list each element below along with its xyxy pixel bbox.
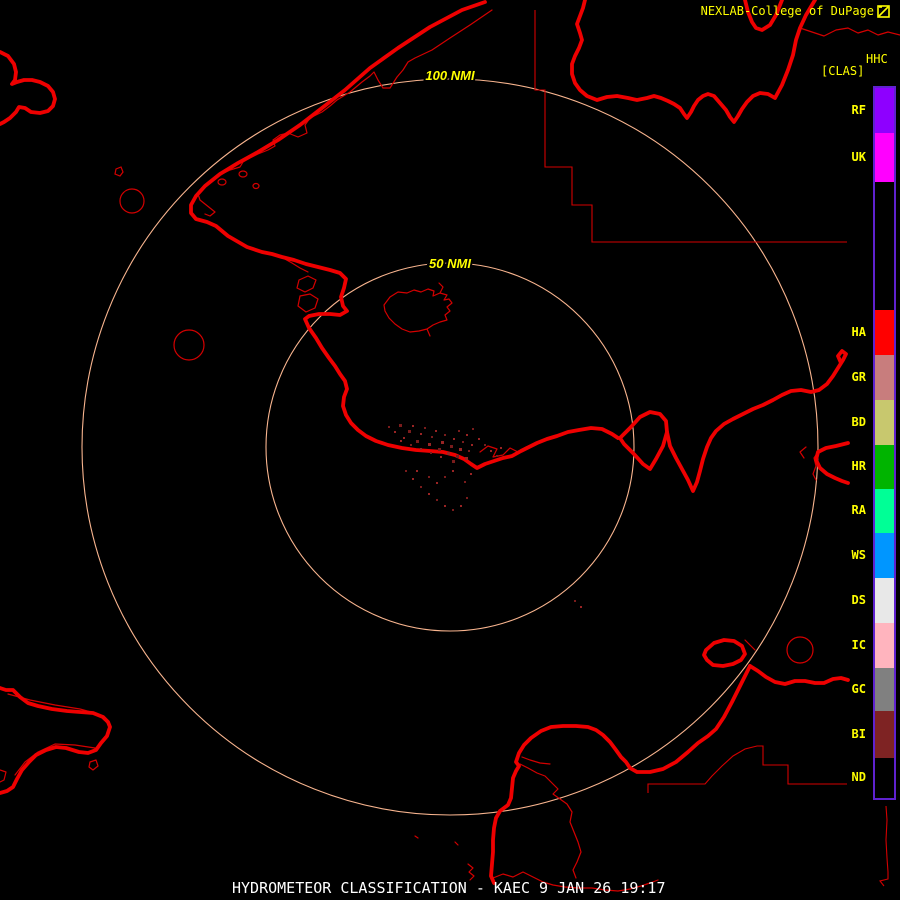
echo-speckle: [394, 431, 396, 433]
legend-label-IC: IC: [851, 637, 866, 652]
echo-speckle: [420, 486, 422, 488]
legend-swatch-RF: [875, 88, 894, 133]
ring-label-50nmi: 50 NMI: [429, 256, 471, 271]
legend-label-BD: BD: [851, 414, 866, 429]
echo-speckle: [452, 509, 454, 511]
radar-map: 100 NMI 50 NMI: [0, 0, 900, 892]
echo-speckle: [408, 430, 411, 433]
header-title: NEXLAB-College of DuPage: [700, 4, 874, 18]
legend-swatch-RA: [875, 489, 894, 533]
echo-speckle: [450, 445, 453, 448]
echo-speckle: [468, 450, 470, 452]
echo-speckle: [580, 606, 582, 608]
echo-speckle: [436, 482, 438, 484]
legend-label-DS: DS: [851, 592, 866, 607]
echo-speckle: [424, 427, 426, 429]
echo-speckle: [478, 438, 480, 440]
echo-speckle: [420, 433, 422, 435]
echo-speckle: [500, 447, 502, 449]
echo-speckle: [420, 448, 422, 450]
coastline-detail-thin: [0, 9, 900, 892]
footer-title: HYDROMETEOR CLASSIFICATION - KAEC 9 JAN …: [232, 879, 666, 897]
legend-label-HR: HR: [851, 459, 866, 473]
echo-speckle: [496, 455, 498, 457]
echo-speckle: [428, 493, 430, 495]
echo-speckle: [444, 505, 446, 507]
echo-speckle: [431, 436, 433, 438]
legend-label-HA: HA: [851, 324, 866, 339]
legend-swatch-HA: [875, 310, 894, 355]
echo-speckle: [400, 440, 402, 442]
echo-speckle: [453, 438, 455, 440]
product-code: HHC: [866, 52, 888, 66]
legend-swatch-ND: [875, 758, 894, 798]
radar-display: 100 NMI 50 NMI NEXLAB-College of DuPage …: [0, 0, 900, 900]
echo-speckle: [444, 476, 446, 478]
echo-speckle: [459, 448, 462, 451]
range-ring-labels: 100 NMI 50 NMI: [423, 66, 477, 273]
echo-speckle: [444, 434, 446, 436]
echo-speckle: [472, 428, 474, 430]
legend-label-RA: RA: [851, 503, 866, 517]
echo-speckle: [574, 600, 576, 602]
legend-label-GR: GR: [851, 369, 866, 384]
echo-speckle: [440, 456, 442, 458]
legend-swatch-GC: [875, 668, 894, 711]
echo-speckle: [465, 457, 468, 460]
echo-speckle: [430, 452, 432, 454]
legend-swatch-GR: [875, 355, 894, 400]
legend-label-ND: ND: [851, 770, 866, 784]
echo-speckle: [464, 481, 466, 483]
legend-label-WS: WS: [851, 547, 866, 562]
echo-speckle: [416, 440, 419, 443]
echo-speckle: [466, 434, 468, 436]
legend-label-RF: RF: [851, 102, 866, 117]
echo-speckle: [462, 441, 464, 443]
legend-swatch-BD: [875, 400, 894, 445]
echo-speckle: [490, 450, 492, 452]
echo-speckle: [471, 444, 473, 446]
echo-speckle: [416, 470, 418, 472]
legend-swatch-HR: [875, 445, 894, 489]
echo-speckle: [460, 505, 462, 507]
echo-speckle: [436, 499, 438, 501]
echo-speckle: [456, 455, 459, 458]
echo-speckle: [412, 478, 414, 480]
echo-speckle: [435, 430, 437, 432]
echo-speckle: [466, 497, 468, 499]
coastline-thick: [0, 0, 850, 885]
legend-label-GC: GC: [851, 681, 866, 696]
ring-label-100nmi: 100 NMI: [425, 68, 475, 83]
echo-speckle: [452, 470, 454, 472]
echo-speckle: [388, 426, 390, 428]
echo-speckle: [484, 444, 486, 446]
legend-swatch-BI: [875, 711, 894, 758]
echo-speckle: [399, 424, 402, 427]
echo-speckle: [452, 460, 455, 463]
echo-speckle: [470, 473, 472, 475]
legend-swatch-DS: [875, 578, 894, 623]
legend-swatch-WS: [875, 533, 894, 578]
echo-speckle: [441, 441, 444, 444]
lake-outlines: [114, 166, 814, 664]
legend-bar: [873, 86, 896, 800]
cod-window-icon: [877, 4, 890, 18]
legend-label-BI: BI: [851, 726, 866, 741]
echo-speckle: [412, 425, 414, 427]
header: NEXLAB-College of DuPage: [701, 4, 890, 18]
legend-swatch-IC: [875, 623, 894, 668]
echo-speckle: [438, 448, 441, 451]
echo-speckle: [403, 437, 405, 439]
echo-speckle: [447, 452, 450, 455]
legend-label-UK: UK: [851, 149, 866, 164]
echo-speckle: [405, 470, 407, 472]
echo-speckle: [410, 444, 412, 446]
echo-speckle: [428, 476, 430, 478]
legend-swatch-UK: [875, 133, 894, 182]
product-tag: [CLAS]: [821, 64, 865, 78]
echo-speckle: [428, 443, 431, 446]
echo-speckle: [458, 430, 460, 432]
